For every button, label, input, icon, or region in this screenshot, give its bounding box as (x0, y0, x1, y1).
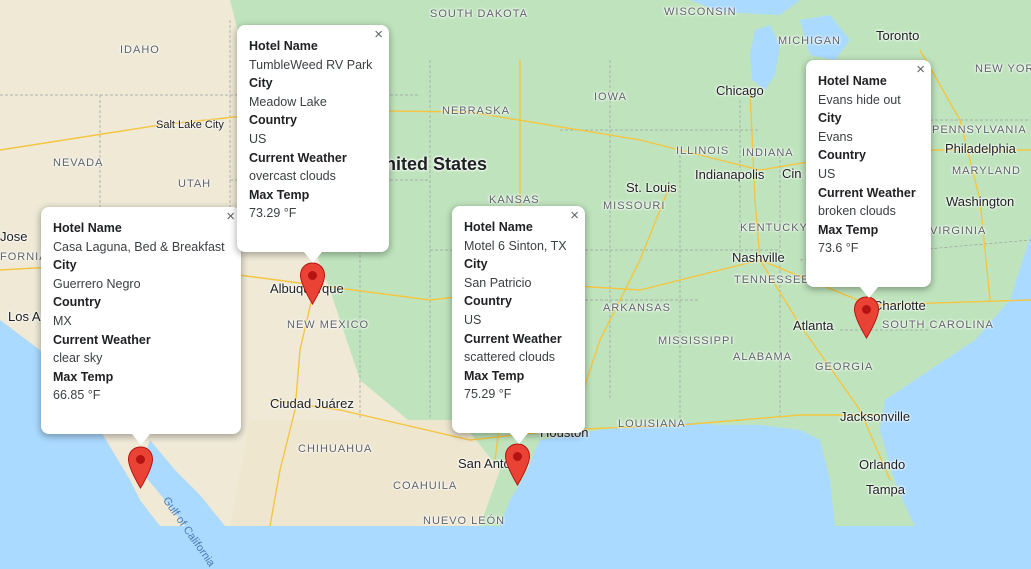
city-label-indianapolis: Indianapolis (695, 167, 765, 182)
state-label-nuevo-leon: NUEVO LEÓN (423, 515, 506, 527)
state-label-tennessee: TENNESSEE (734, 274, 810, 286)
country-value: US (249, 131, 267, 146)
city-label: City (249, 76, 273, 91)
info-window-guerrero-negro: × Hotel Name Casa Laguna, Bed & Breakfas… (41, 207, 241, 445)
state-label-new-york: NEW YORK (975, 63, 1031, 75)
state-label-chihuahua: CHIHUAHUA (298, 443, 373, 455)
state-label-mississippi: MISSISSIPPI (658, 335, 735, 347)
state-label-south-dakota: SOUTH DAKOTA (430, 8, 528, 20)
hotel-name-label: Hotel Name (464, 220, 533, 234)
city-label-cincinnati-partial: Cin (782, 166, 802, 181)
map-marker-guerrero-negro[interactable] (127, 446, 154, 489)
hotel-name-label: Hotel Name (249, 39, 318, 53)
current-weather-label: Current Weather (464, 331, 562, 346)
max-temp-label: Max Temp (249, 187, 310, 202)
country-label: United States (372, 154, 488, 174)
info-window-evans: × Hotel Name Evans hide out City Evans C… (806, 60, 931, 298)
state-label-new-mexico: NEW MEXICO (287, 319, 370, 331)
country-label: Country (464, 294, 512, 309)
country-label: Country (249, 113, 297, 128)
city-label-salt-lake-city: Salt Lake City (156, 119, 224, 131)
hotel-name-value: Evans hide out (818, 92, 901, 107)
state-label-arkansas: ARKANSAS (603, 302, 671, 314)
current-weather-label: Current Weather (53, 332, 151, 347)
country-label: Country (53, 295, 101, 310)
city-value: Guerrero Negro (53, 276, 141, 291)
state-label-nevada: NEVADA (53, 157, 104, 169)
map-marker-san-patricio[interactable] (504, 443, 531, 486)
max-temp-label: Max Temp (53, 369, 114, 384)
state-label-michigan: MICHIGAN (778, 35, 841, 47)
map-marker-meadow-lake[interactable] (299, 262, 326, 305)
state-label-wisconsin: WISCONSIN (664, 6, 737, 18)
state-label-indiana: INDIANA (742, 147, 794, 159)
state-label-georgia: GEORGIA (815, 361, 874, 373)
max-temp-label: Max Temp (464, 368, 525, 383)
info-window-meadow-lake: × Hotel Name TumbleWeed RV Park City Mea… (237, 25, 389, 263)
city-label-atlanta: Atlanta (793, 318, 834, 333)
current-weather-value: overcast clouds (249, 169, 336, 184)
state-label-south-carolina: SOUTH CAROLINA (882, 319, 994, 331)
state-label-maryland: MARYLAND (952, 165, 1021, 177)
state-label-coahuila: COAHUILA (393, 480, 458, 492)
city-label-charlotte: Charlotte (873, 298, 926, 313)
city-label-orlando: Orlando (859, 457, 906, 472)
max-temp-value: 66.85 °F (53, 388, 101, 403)
city-label-st-louis: St. Louis (626, 180, 677, 195)
state-label-nebraska: NEBRASKA (442, 105, 510, 117)
country-value: US (818, 166, 836, 181)
city-label-toronto: Toronto (876, 28, 920, 43)
country-value: US (464, 312, 482, 327)
current-weather-label: Current Weather (249, 150, 347, 165)
close-icon[interactable]: × (374, 27, 383, 43)
state-label-iowa: IOWA (594, 91, 627, 103)
current-weather-value: clear sky (53, 351, 103, 366)
city-label-chicago: Chicago (716, 83, 764, 98)
hotel-name-label: Hotel Name (53, 221, 122, 235)
hotel-name-value: Casa Laguna, Bed & Breakfast (53, 239, 225, 254)
city-label-washington: Washington (946, 194, 1015, 209)
close-icon[interactable]: × (570, 208, 579, 224)
hotel-name-value: Motel 6 Sinton, TX (464, 238, 567, 253)
max-temp-value: 73.29 °F (249, 206, 297, 221)
city-label: City (464, 257, 488, 272)
max-temp-label: Max Temp (818, 222, 879, 237)
state-label-missouri: MISSOURI (603, 200, 666, 212)
state-label-kansas: KANSAS (489, 194, 540, 206)
current-weather-label: Current Weather (818, 185, 916, 200)
hotel-name-value: TumbleWeed RV Park (249, 57, 373, 72)
state-label-virginia: VIRGINIA (930, 225, 987, 237)
map-marker-evans[interactable] (853, 296, 880, 339)
arid-mexico (230, 420, 500, 526)
city-label-nashville: Nashville (732, 250, 785, 265)
max-temp-value: 75.29 °F (464, 387, 512, 402)
country-value: MX (53, 313, 72, 328)
country-label: Country (818, 148, 866, 163)
state-label-idaho: IDAHO (120, 44, 160, 56)
close-icon[interactable]: × (226, 209, 235, 225)
state-label-illinois: ILLINOIS (676, 145, 730, 157)
city-label-jacksonville: Jacksonville (840, 409, 911, 424)
city-value: San Patricio (464, 275, 532, 290)
state-label-kentucky: KENTUCKY (740, 222, 808, 234)
current-weather-value: scattered clouds (464, 350, 556, 365)
city-value: Meadow Lake (249, 94, 327, 109)
current-weather-value: broken clouds (818, 204, 896, 219)
city-label-san-jose-partial: Jose (0, 229, 28, 244)
state-label-utah: UTAH (178, 178, 212, 190)
city-label-ciudad-juarez: Ciudad Juárez (270, 396, 354, 411)
city-label: City (53, 258, 77, 273)
state-label-louisiana: LOUISIANA (618, 418, 686, 430)
city-value: Evans (818, 129, 853, 144)
gulf-of-mexico (500, 425, 835, 526)
state-label-alabama: ALABAMA (733, 351, 792, 363)
city-label-philadelphia: Philadelphia (945, 141, 1016, 156)
hotel-name-label: Hotel Name (818, 74, 887, 88)
city-label: City (818, 111, 842, 126)
info-window-san-patricio: × Hotel Name Motel 6 Sinton, TX City San… (452, 206, 585, 444)
close-icon[interactable]: × (916, 62, 925, 78)
city-label-tampa: Tampa (866, 482, 906, 497)
state-label-pennsylvania: PENNSYLVANIA (932, 124, 1027, 136)
max-temp-value: 73.6 °F (818, 241, 859, 256)
